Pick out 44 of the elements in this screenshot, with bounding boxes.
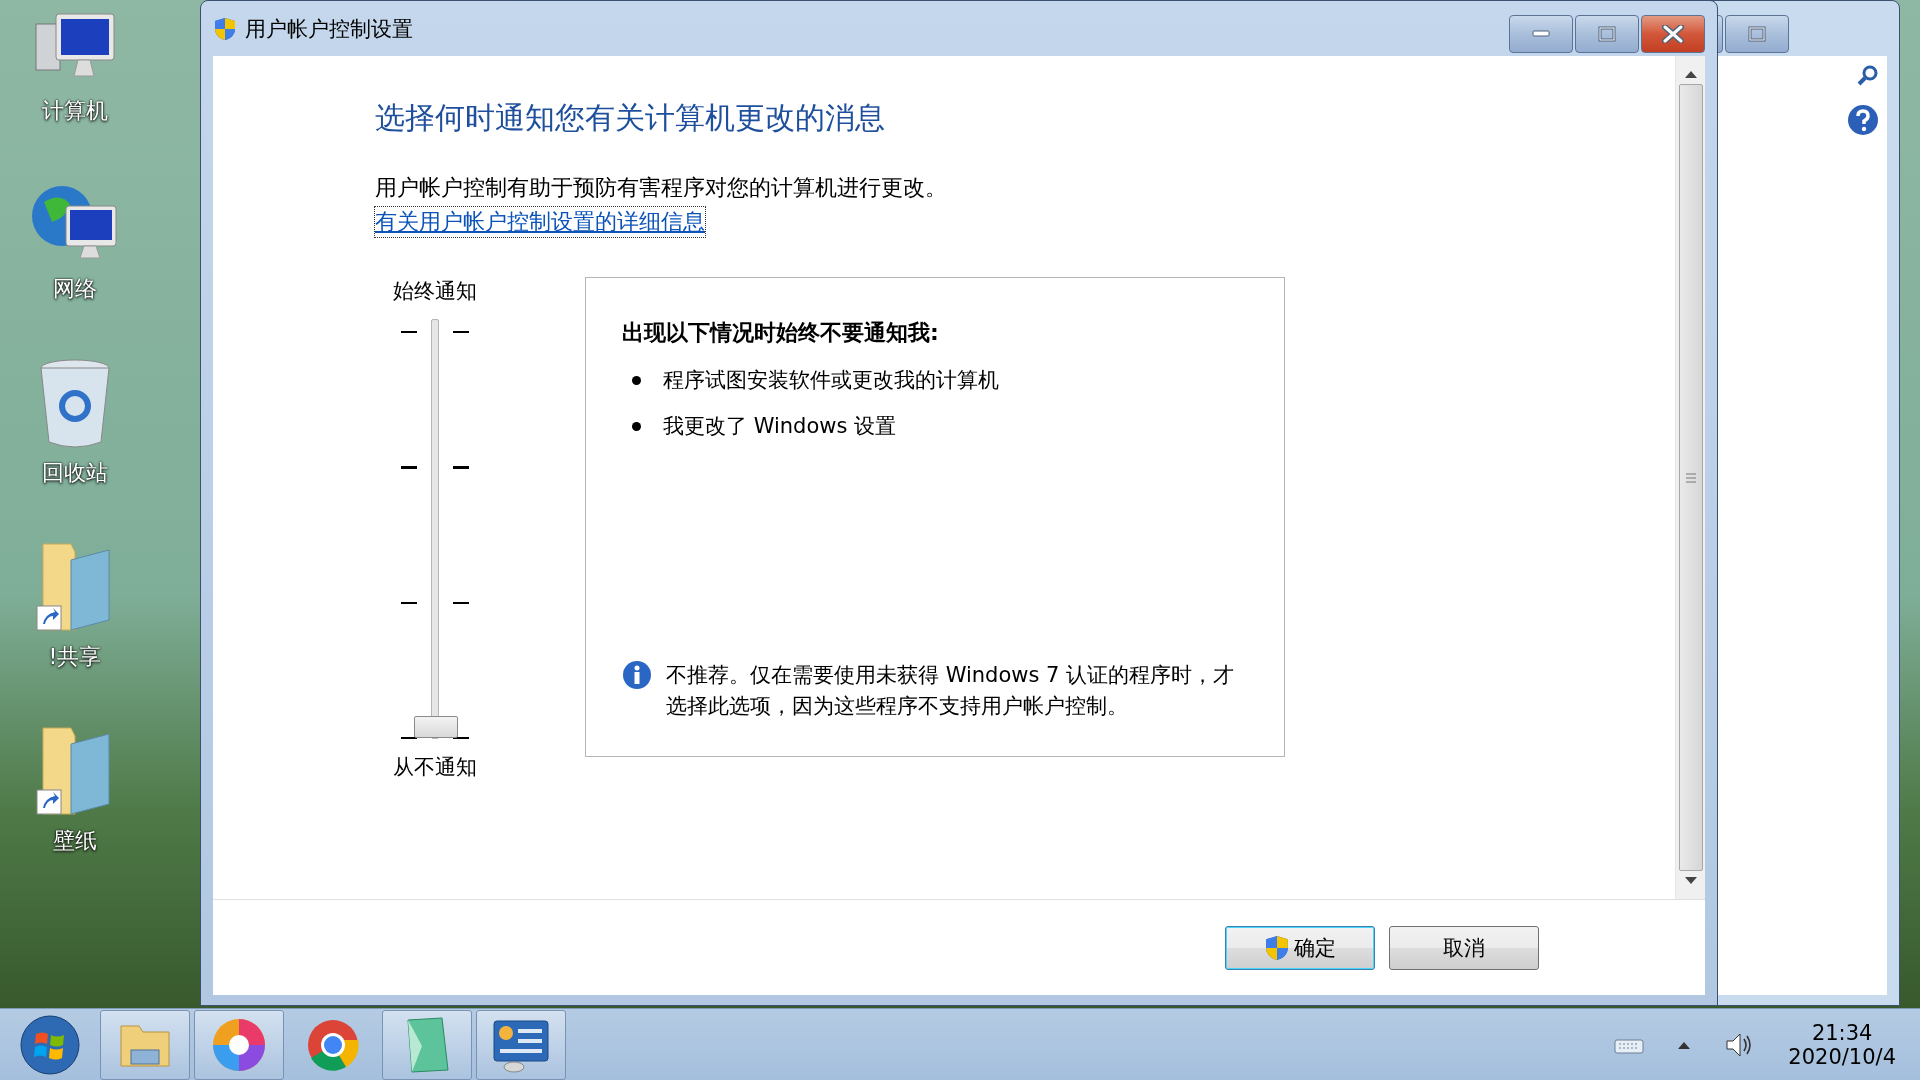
warning-note: 不推荐。仅在需要使用未获得 Windows 7 认证的程序时，才选择此选项，因为这些程序不支持用户帐户控制。 (666, 662, 1236, 720)
close-button[interactable] (1641, 15, 1705, 53)
ok-button[interactable]: 确定 (1225, 925, 1375, 970)
maximize-icon (1598, 26, 1616, 42)
info-icon (622, 660, 652, 690)
windows-logo-icon (19, 1013, 81, 1076)
details-link[interactable]: 有关用户帐户控制设置的详细信息 (375, 207, 705, 237)
slider-top-label: 始终通知 (393, 278, 477, 305)
minimize-icon (1532, 30, 1550, 38)
clock-time[interactable]: 21:34 (1811, 1020, 1873, 1045)
scrollbar[interactable] (1675, 56, 1705, 899)
scrollbar-thumb[interactable] (1678, 84, 1703, 871)
close-icon (1662, 25, 1684, 43)
window-title: 用户帐户控制设置 (245, 15, 414, 43)
taskbar-app-button[interactable] (194, 1009, 284, 1080)
search-icon[interactable] (1857, 64, 1879, 86)
maximize-button[interactable] (1725, 15, 1789, 53)
page-heading: 选择何时通知您有关计算机更改的消息 (375, 99, 886, 137)
clock-date[interactable]: 2020/10/4 (1788, 1044, 1896, 1069)
shield-icon (213, 16, 237, 41)
chevron-up-icon[interactable] (1678, 1040, 1691, 1049)
taskbar-app-button[interactable] (382, 1009, 472, 1080)
cancel-button[interactable]: 取消 (1389, 925, 1539, 970)
bullet-dot (632, 421, 641, 431)
taskbar-app-button[interactable] (476, 1009, 566, 1080)
desktop-icon-label[interactable]: 壁纸 (53, 826, 97, 856)
bullet-dot (632, 375, 641, 385)
slider-thumb[interactable] (414, 716, 458, 738)
scroll-down-icon[interactable] (1684, 877, 1697, 885)
bullet-text: 我更改了 Windows 设置 (663, 413, 897, 440)
pinwheel-icon (211, 1016, 267, 1073)
scroll-up-icon[interactable] (1684, 70, 1697, 78)
help-icon[interactable] (1847, 104, 1879, 136)
panel-title: 出现以下情况时始终不要通知我: (622, 319, 940, 347)
bullet-text: 程序试图安装软件或更改我的计算机 (663, 367, 999, 394)
shield-icon (1264, 934, 1290, 961)
maximize-icon (1748, 26, 1766, 42)
minimize-button[interactable] (1509, 15, 1573, 53)
browser-icon (306, 1017, 360, 1072)
maximize-button[interactable] (1575, 15, 1639, 53)
taskbar-app-button[interactable] (100, 1009, 190, 1080)
description-text: 用户帐户控制有助于预防有害程序对您的计算机进行更改。 (375, 174, 948, 202)
slider-bottom-label: 从不通知 (393, 754, 477, 781)
grip-icon (1685, 472, 1696, 483)
